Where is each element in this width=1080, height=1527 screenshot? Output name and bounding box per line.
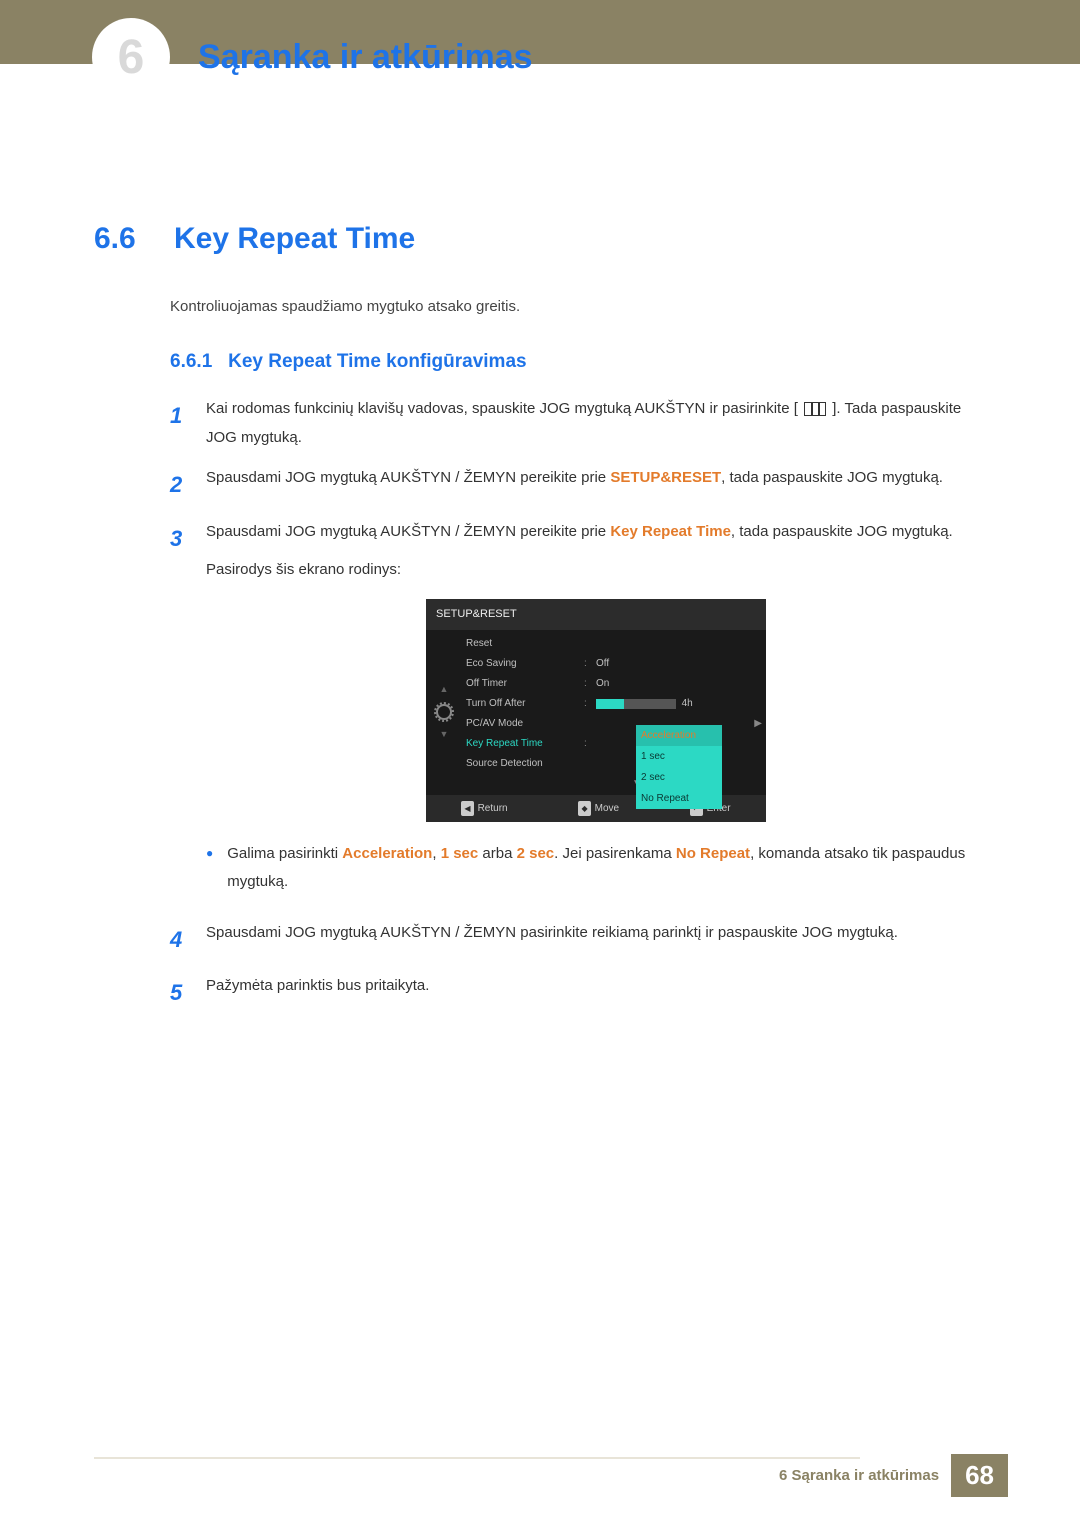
text: Spausdami JOG mygtuką AUKŠTYN / ŽEMYN pe… bbox=[206, 469, 610, 486]
osd-dropdown: Acceleration 1 sec 2 sec No Repeat bbox=[636, 725, 722, 809]
highlight: 1 sec bbox=[441, 845, 479, 862]
chapter-number-badge: 6 bbox=[92, 18, 170, 96]
label: Reset bbox=[466, 634, 584, 653]
step-body: Kai rodomas funkcinių klavišų vadovas, s… bbox=[206, 395, 986, 452]
option: 1 sec bbox=[636, 746, 722, 767]
highlight: SETUP&RESET bbox=[610, 469, 721, 486]
text: arba bbox=[478, 845, 516, 862]
subsection-heading: 6.6.1 Key Repeat Time konfigūravimas bbox=[94, 351, 986, 373]
osd-title: SETUP&RESET bbox=[426, 599, 766, 630]
chevron-right-icon: ▶ bbox=[754, 714, 762, 733]
text: . Jei pasirenkama bbox=[554, 845, 676, 862]
menu-icon bbox=[804, 402, 826, 416]
step-body: Spausdami JOG mygtuką AUKŠTYN / ŽEMYN pe… bbox=[206, 518, 986, 907]
highlight: No Repeat bbox=[676, 845, 750, 862]
step-number: 3 bbox=[170, 518, 188, 907]
label: Eco Saving bbox=[466, 654, 584, 673]
label: PC/AV Mode bbox=[466, 714, 584, 733]
section-intro: Kontroliuojamas spaudžiamo mygtuko atsak… bbox=[94, 298, 986, 315]
step-3: 3 Spausdami JOG mygtuką AUKŠTYN / ŽEMYN … bbox=[94, 518, 986, 907]
step-number: 4 bbox=[170, 919, 188, 961]
osd-move: ◆Move bbox=[578, 799, 619, 818]
page-number-badge: 68 bbox=[951, 1454, 1008, 1497]
osd-row-turnoff: Turn Off After: 4h bbox=[466, 694, 756, 714]
value: Off bbox=[596, 654, 756, 673]
section-heading: 6.6 Key Repeat Time bbox=[94, 222, 986, 256]
text: Pasirodys šis ekrano rodinys: bbox=[206, 556, 986, 585]
gear-icon bbox=[436, 704, 452, 720]
option: Acceleration bbox=[636, 725, 722, 746]
label: Move bbox=[595, 803, 619, 814]
subsection-number: 6.6.1 bbox=[170, 351, 212, 372]
text: Spausdami JOG mygtuką AUKŠTYN / ŽEMYN pe… bbox=[206, 523, 610, 540]
label: Source Detection bbox=[466, 754, 584, 773]
section-title: Key Repeat Time bbox=[174, 222, 415, 256]
label: Return bbox=[478, 803, 508, 814]
label: Off Timer bbox=[466, 674, 584, 693]
option: 2 sec bbox=[636, 767, 722, 788]
text: , tada paspauskite JOG mygtuką. bbox=[731, 523, 953, 540]
step-2: 2 Spausdami JOG mygtuką AUKŠTYN / ŽEMYN … bbox=[94, 464, 986, 506]
step-body: Spausdami JOG mygtuką AUKŠTYN / ŽEMYN pe… bbox=[206, 464, 986, 506]
value-text: 4h bbox=[682, 698, 693, 709]
step-number: 2 bbox=[170, 464, 188, 506]
osd-icon-column: ▲ ▼ bbox=[426, 630, 462, 795]
value: On bbox=[596, 674, 756, 693]
osd-panel: SETUP&RESET ▲ ▼ Reset Eco Saving:Off Off… bbox=[426, 599, 766, 822]
osd-row-eco: Eco Saving:Off bbox=[466, 654, 756, 674]
step-number: 1 bbox=[170, 395, 188, 452]
footer: 6 Sąranka ir atkūrimas 68 bbox=[779, 1454, 1008, 1497]
chevron-down-icon: ▼ bbox=[440, 726, 449, 743]
highlight: Key Repeat Time bbox=[610, 523, 731, 540]
chapter-title: Sąranka ir atkūrimas bbox=[198, 38, 533, 77]
label: Turn Off After bbox=[466, 694, 584, 713]
step-5: 5 Pažymėta parinktis bus pritaikyta. bbox=[94, 972, 986, 1014]
footer-text: 6 Sąranka ir atkūrimas bbox=[779, 1467, 951, 1484]
footer-divider bbox=[94, 1457, 860, 1459]
step-body: Spausdami JOG mygtuką AUKŠTYN / ŽEMYN pa… bbox=[206, 919, 986, 961]
option: No Repeat bbox=[636, 788, 722, 809]
text: Galima pasirinkti bbox=[227, 845, 342, 862]
section-number: 6.6 bbox=[94, 222, 154, 256]
label: Key Repeat Time bbox=[466, 734, 584, 753]
highlight: Acceleration bbox=[342, 845, 432, 862]
bullet-icon: ● bbox=[206, 840, 213, 897]
value: 4h bbox=[596, 694, 756, 713]
osd-row-timer: Off Timer:On bbox=[466, 674, 756, 694]
osd-screenshot: SETUP&RESET ▲ ▼ Reset Eco Saving:Off Off… bbox=[426, 599, 766, 822]
highlight: 2 sec bbox=[517, 845, 555, 862]
osd-return: ◀Return bbox=[461, 799, 507, 818]
chapter-number: 6 bbox=[118, 30, 145, 85]
text: , tada paspauskite JOG mygtuką. bbox=[721, 469, 943, 486]
text: Kai rodomas funkcinių klavišų vadovas, s… bbox=[206, 400, 798, 417]
step-body: Pažymėta parinktis bus pritaikyta. bbox=[206, 972, 986, 1014]
slider-bar bbox=[596, 699, 676, 709]
step-number: 5 bbox=[170, 972, 188, 1014]
step-4: 4 Spausdami JOG mygtuką AUKŠTYN / ŽEMYN … bbox=[94, 919, 986, 961]
text: , bbox=[432, 845, 440, 862]
chevron-up-icon: ▲ bbox=[440, 681, 449, 698]
osd-row-reset: Reset bbox=[466, 634, 756, 654]
subsection-title: Key Repeat Time konfigūravimas bbox=[228, 351, 526, 372]
bullet-item: ● Galima pasirinkti Acceleration, 1 sec … bbox=[206, 840, 986, 897]
page-content: 6.6 Key Repeat Time Kontroliuojamas spau… bbox=[0, 64, 1080, 1014]
bullet-text: Galima pasirinkti Acceleration, 1 sec ar… bbox=[227, 840, 986, 897]
step-1: 1 Kai rodomas funkcinių klavišų vadovas,… bbox=[94, 395, 986, 452]
